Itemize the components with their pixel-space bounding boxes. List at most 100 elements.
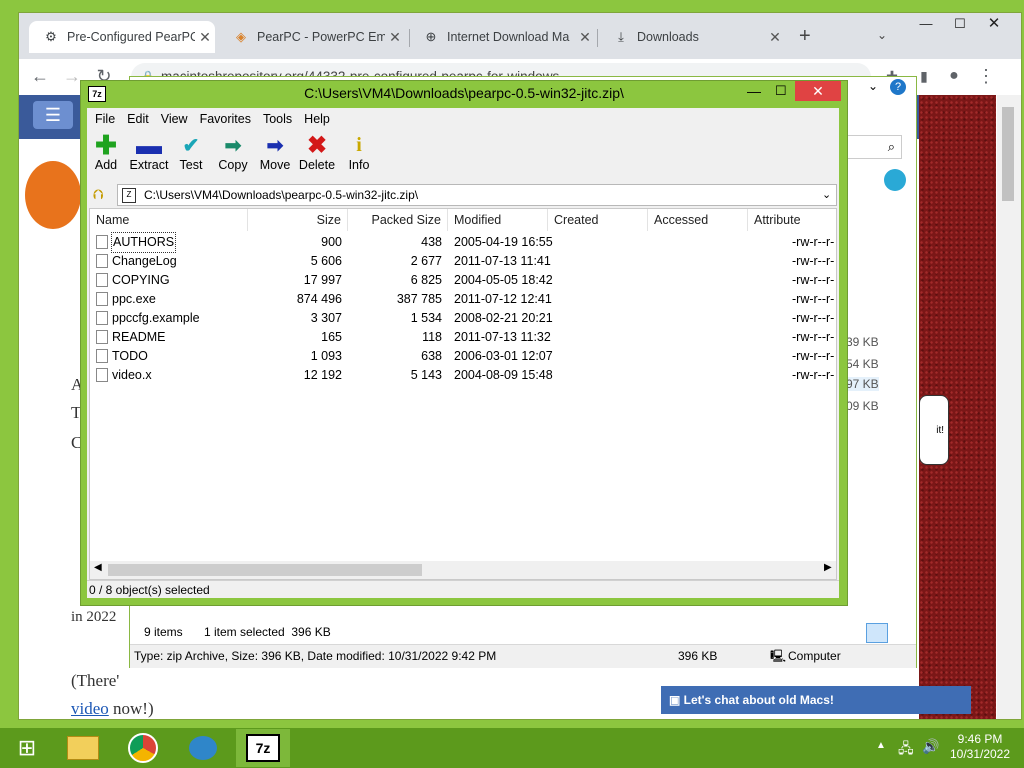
scrollbar-thumb[interactable] (1002, 107, 1014, 201)
file-icon (96, 349, 108, 363)
file-modified: 2011-07-13 11:32 (454, 330, 551, 344)
network-icon[interactable]: 🖧 (898, 738, 914, 762)
menu-dots-icon[interactable]: ⋮ (975, 65, 997, 87)
large-icons-view-icon[interactable] (890, 623, 908, 641)
taskbar-file-explorer[interactable] (56, 729, 110, 767)
info-icon: i (356, 133, 362, 156)
col-header-attributes[interactable]: Attribute (748, 209, 838, 231)
move-button[interactable]: ➡ Move (253, 132, 297, 182)
file-attributes: -rw-r--r- (792, 292, 835, 306)
file-name: AUTHORS (110, 232, 177, 253)
volume-icon[interactable]: 🔊 (922, 738, 939, 755)
file-attributes: -rw-r--r- (792, 273, 835, 287)
file-size: 874 496 (296, 292, 342, 306)
maximize-button[interactable]: ☐ (775, 83, 787, 99)
delete-button[interactable]: ✖ Delete (295, 132, 339, 182)
page-scrollbar[interactable] (997, 95, 1021, 719)
close-button[interactable]: ✕ (795, 81, 841, 101)
info-button[interactable]: i Info (337, 132, 381, 182)
col-header-packed-size[interactable]: Packed Size (348, 209, 448, 231)
profile-avatar[interactable]: ● (943, 65, 965, 87)
close-tab-icon[interactable]: ✕ (195, 29, 215, 46)
extract-button[interactable]: ▬ Extract (127, 130, 171, 182)
file-size: 5 606 (310, 254, 342, 268)
file-packed-size: 438 (421, 235, 442, 249)
menu-edit[interactable]: Edit (121, 109, 155, 129)
menu-file[interactable]: File (89, 109, 121, 129)
col-header-name[interactable]: Name (90, 209, 248, 231)
chat-banner[interactable]: ▣ Let's chat about old Macs! (661, 686, 971, 714)
copy-button[interactable]: ➡ Copy (211, 132, 255, 182)
site-menu-button[interactable]: ☰ (33, 101, 73, 129)
menu-view[interactable]: View (155, 109, 194, 129)
7zip-window: 7z C:\Users\VM4\Downloads\pearpc-0.5-win… (80, 80, 848, 606)
close-tab-icon[interactable]: ✕ (765, 29, 785, 46)
search-icon: ⌕ (887, 139, 895, 154)
test-button[interactable]: ✔ Test (169, 132, 213, 182)
file-size: 3 307 (310, 311, 342, 325)
file-icon (96, 311, 108, 325)
col-header-size[interactable]: Size (248, 209, 348, 231)
file-row[interactable]: ChangeLog 5 606 2 677 2011-07-13 11:41 -rw-r… (90, 252, 838, 271)
col-header-accessed[interactable]: Accessed (648, 209, 748, 231)
taskbar-chrome[interactable] (116, 729, 170, 767)
file-row[interactable]: video.x 12 192 5 143 2004-08-09 15:48 -rw-r-… (90, 366, 838, 385)
horizontal-scrollbar[interactable]: ◀ ▶ (90, 561, 836, 579)
file-row[interactable]: TODO 1 093 638 2006-03-01 12:07 -rw-r--r- (90, 347, 838, 366)
folder-icon (67, 736, 99, 760)
menu-tools[interactable]: Tools (257, 109, 298, 129)
file-name: ppc.exe (112, 292, 156, 306)
chevron-down-icon[interactable]: ⌄ (868, 79, 878, 93)
menu-bar: File Edit View Favorites Tools Help (89, 109, 336, 129)
file-row[interactable]: ppccfg.example 3 307 1 534 2008-02-21 20:21… (90, 309, 838, 328)
file-attributes: -rw-r--r- (792, 254, 835, 268)
scroll-left-icon[interactable]: ◀ (94, 562, 102, 573)
help-icon[interactable]: ? (890, 79, 906, 95)
maximize-button[interactable]: ☐ (943, 13, 977, 35)
clock[interactable]: 9:46 PM 10/31/2022 (944, 732, 1016, 762)
file-attributes: -rw-r--r- (792, 330, 835, 344)
scrollbar-thumb[interactable] (108, 564, 422, 576)
folder-up-icon[interactable]: ⮉ (93, 186, 104, 203)
new-tab-button[interactable]: + (799, 25, 811, 48)
tab-search-chevron-icon[interactable]: ⌄ (877, 28, 887, 42)
close-tab-icon[interactable]: ✕ (575, 29, 595, 46)
scroll-right-icon[interactable]: ▶ (824, 562, 832, 573)
close-tab-icon[interactable]: ✕ (385, 29, 405, 46)
tab-pre-configured-pearpc[interactable]: ⚙ Pre-Configured PearPC ✕ (29, 21, 215, 53)
tab-pearpc-emulator[interactable]: ◈ PearPC - PowerPC Emul ✕ (219, 21, 405, 53)
menu-help[interactable]: Help (298, 109, 336, 129)
close-button[interactable]: ✕ (977, 13, 1011, 35)
file-row[interactable]: AUTHORS 900 438 2005-04-19 16:55 -rw-r--r- (90, 232, 838, 253)
windows-logo-icon: ⊞ (17, 735, 37, 760)
file-size: 17 997 (303, 273, 342, 287)
col-header-created[interactable]: Created (548, 209, 648, 231)
file-modified: 2004-05-05 18:42 (454, 273, 553, 287)
search-box[interactable]: ⌕ (840, 135, 902, 159)
menu-favorites[interactable]: Favorites (194, 109, 257, 129)
file-list[interactable]: Name Size Packed Size Modified Created A… (89, 208, 837, 580)
tab-downloads[interactable]: ⤓ Downloads ✕ (599, 21, 785, 53)
show-hidden-icons-icon[interactable]: ▲ (876, 740, 886, 751)
add-button[interactable]: ✚ Add (84, 130, 128, 182)
details-view-icon[interactable] (866, 623, 888, 643)
idm-icon (189, 736, 217, 760)
file-size: 1 093 (310, 349, 342, 363)
col-header-modified[interactable]: Modified (448, 209, 548, 231)
address-combo[interactable]: Z C:\Users\VM4\Downloads\pearpc-0.5-win3… (117, 184, 837, 206)
file-row[interactable]: README 165 118 2011-07-13 11:32 -rw-r--r- (90, 328, 838, 347)
chat-icon: ▣ (669, 693, 684, 707)
start-button[interactable]: ⊞ (0, 729, 54, 767)
taskbar-7zip[interactable]: 7z (236, 729, 290, 767)
file-size: 12 192 (303, 368, 342, 382)
taskbar-internet-download-manager[interactable] (176, 729, 230, 767)
chevron-down-icon[interactable]: ⌄ (822, 185, 831, 205)
file-row[interactable]: ppc.exe 874 496 387 785 2011-07-12 12:41 -rw… (90, 290, 838, 309)
video-link[interactable]: video (71, 699, 109, 718)
minimize-button[interactable]: — (747, 83, 761, 99)
minimize-button[interactable]: — (909, 13, 943, 35)
globe-icon (884, 169, 906, 191)
tab-internet-download-manager[interactable]: ⊕ Internet Download Ma ✕ (409, 21, 595, 53)
back-button[interactable]: ← (29, 65, 51, 87)
file-row[interactable]: COPYING 17 997 6 825 2004-05-05 18:42 -rw-r-… (90, 271, 838, 290)
